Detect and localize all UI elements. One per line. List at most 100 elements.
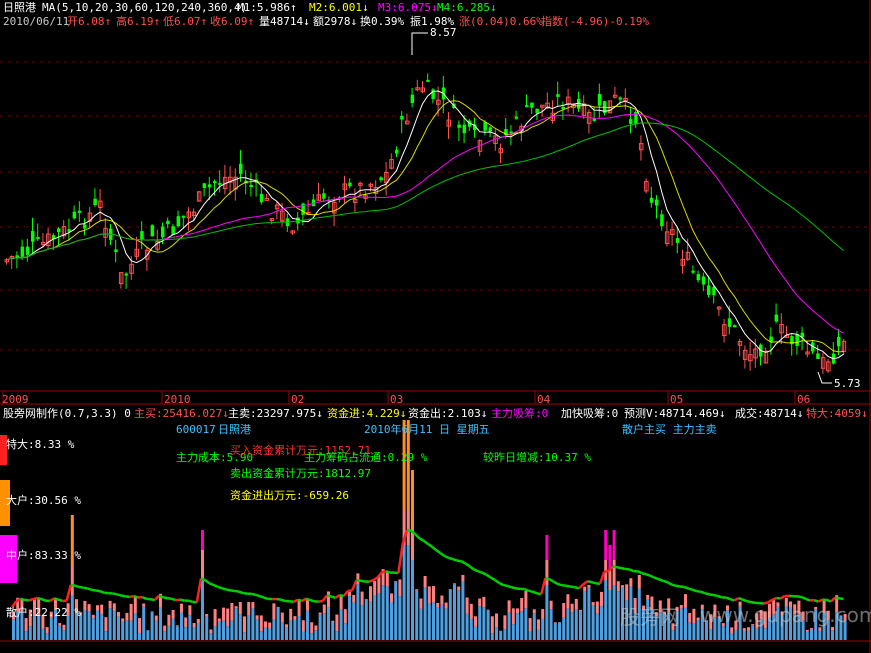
super-large-volume-bar xyxy=(411,470,414,530)
medium-volume-bar xyxy=(608,570,612,590)
net-flow-line xyxy=(771,596,777,601)
medium-volume-bar xyxy=(100,604,104,615)
axis-label-06: 06 xyxy=(797,393,811,406)
retail-volume-bar xyxy=(709,629,713,640)
net-flow-line xyxy=(70,583,76,587)
net-flow-line xyxy=(658,578,664,583)
net-flow-line xyxy=(830,596,837,603)
medium-volume-bar xyxy=(398,579,402,597)
net-flow-line xyxy=(179,598,185,602)
legend-super-large: 特大:8.33 % xyxy=(6,438,75,451)
net-flow-line xyxy=(167,597,172,601)
retail-volume-bar xyxy=(440,604,444,640)
deal-value: 成交:48714↓ xyxy=(735,407,804,420)
medium-volume-bar xyxy=(465,597,469,614)
retail-volume-bar xyxy=(608,590,612,640)
axis-label-03: 03 xyxy=(390,393,404,406)
net-flow-line xyxy=(309,598,315,603)
ma-label: MA(5,10,20,30,60,120,240,360,4) xyxy=(42,1,248,14)
medium-volume-bar xyxy=(612,560,616,585)
medium-volume-bar xyxy=(167,614,171,626)
medium-volume-bar xyxy=(310,622,314,634)
candle-body xyxy=(431,89,435,100)
net-flow-line xyxy=(65,584,73,601)
retail-volume-bar xyxy=(175,626,179,640)
candle-body xyxy=(161,226,165,238)
net-flow-line xyxy=(528,589,534,593)
retail-volume-bar xyxy=(117,616,120,640)
medium-volume-bar xyxy=(289,608,293,621)
retail-volume-bar xyxy=(62,630,66,640)
retail-volume-bar xyxy=(406,545,410,640)
net-flow-line xyxy=(234,589,239,593)
retail-volume-bar xyxy=(251,608,255,640)
retail-volume-bar xyxy=(226,626,230,640)
net-flow-line xyxy=(83,586,88,590)
retail-volume-bar xyxy=(171,618,175,640)
large-volume-bar xyxy=(604,530,608,560)
retail-volume-bar xyxy=(188,615,192,640)
high-marker: 8.57 xyxy=(430,26,457,39)
net-flow-line xyxy=(238,590,244,595)
net-flow-line xyxy=(422,539,429,545)
medium-volume-bar xyxy=(730,627,734,634)
medium-volume-bar xyxy=(436,603,440,608)
medium-volume-bar xyxy=(684,594,687,608)
net-flow-line xyxy=(481,571,488,576)
net-flow-line xyxy=(57,598,63,603)
stock-code: 600017 xyxy=(176,423,216,436)
medium-volume-bar xyxy=(234,606,238,609)
high-marker-line xyxy=(411,32,428,55)
net-flow-line xyxy=(360,579,366,583)
net-flow-line xyxy=(553,580,559,586)
retail-volume-bar xyxy=(495,627,498,640)
candle-body xyxy=(166,220,170,225)
medium-volume-bar xyxy=(453,583,456,585)
medium-volume-bar xyxy=(255,615,259,620)
net-flow-line xyxy=(835,596,840,600)
net-flow-line xyxy=(641,572,647,576)
medium-volume-bar xyxy=(516,608,519,614)
axis-label-05: 05 xyxy=(670,393,684,406)
retail-volume-bar xyxy=(129,620,133,640)
net-flow-line xyxy=(612,565,618,569)
net-flow-line xyxy=(129,594,135,599)
retail-volume-bar xyxy=(419,608,423,640)
retail-volume-bar xyxy=(671,630,675,640)
medium-volume-bar xyxy=(238,601,242,615)
retail-volume-bar xyxy=(91,618,95,640)
candle-body xyxy=(140,231,144,240)
medium-volume-bar xyxy=(688,613,692,623)
retail-volume-bar xyxy=(154,620,158,640)
medium-volume-bar xyxy=(574,598,578,610)
retail-volume-bar xyxy=(805,631,809,640)
candle-body xyxy=(207,184,212,188)
medium-volume-bar xyxy=(121,618,125,622)
medium-volume-bar xyxy=(528,618,532,632)
retail-volume-bar xyxy=(486,610,490,640)
legend-medium: 中户:83.33 % xyxy=(6,549,81,562)
medium-volume-bar xyxy=(566,594,570,609)
retail-volume-bar xyxy=(385,586,389,640)
candle-body xyxy=(83,224,87,229)
retail-volume-bar xyxy=(87,611,91,640)
retail-volume-bar xyxy=(310,633,314,640)
large-volume-bar xyxy=(608,545,612,570)
medium-volume-bar xyxy=(591,602,595,606)
retail-volume-bar xyxy=(507,612,511,640)
net-flow-line xyxy=(532,590,538,595)
medium-volume-bar xyxy=(247,601,251,615)
retail-volume-bar xyxy=(831,630,834,640)
medium-volume-bar xyxy=(327,591,330,608)
net-flow-line xyxy=(696,589,701,593)
net-flow-line xyxy=(32,596,38,601)
net-flow-line xyxy=(342,590,349,597)
net-flow-line xyxy=(381,570,387,574)
medium-volume-bar xyxy=(226,608,230,627)
medium-volume-bar xyxy=(511,608,515,625)
net-flow-line xyxy=(725,596,731,601)
medium-volume-bar xyxy=(520,598,524,612)
candle-body xyxy=(379,177,383,181)
retail-volume-bar xyxy=(612,585,616,640)
index-label: 指数(-4.96)-0.19% xyxy=(541,15,650,28)
